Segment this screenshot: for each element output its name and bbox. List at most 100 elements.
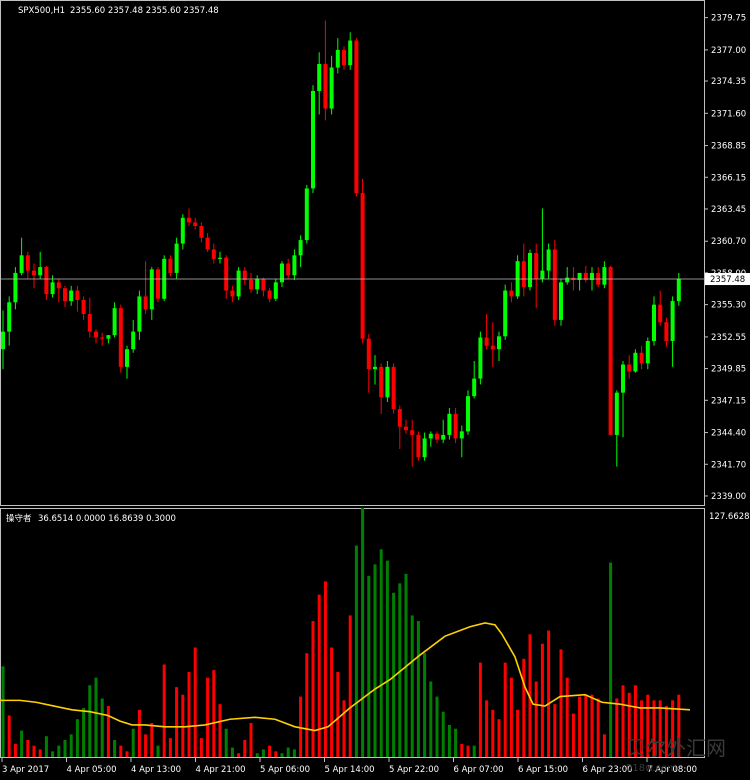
- time-tick-label: 6 Apr 07:00: [454, 765, 504, 775]
- volume-bar: [237, 753, 241, 757]
- price-tick-label: 2363.45: [711, 205, 746, 215]
- price-tick-label: 2374.35: [711, 77, 746, 87]
- volume-bar: [224, 728, 228, 757]
- candle-body: [125, 349, 129, 367]
- candle-body: [280, 263, 284, 283]
- candle-body: [528, 252, 532, 288]
- candle-body: [627, 364, 632, 372]
- candle-body: [261, 278, 266, 291]
- chart: 2379.75 2377.00 2374.35 2371.60 2368.85 2366.…: [0, 0, 750, 780]
- candle-body: [490, 345, 495, 350]
- volume-bar: [472, 745, 476, 757]
- volume-bar: [243, 740, 247, 757]
- volume-bar: [615, 698, 619, 757]
- time-tick-label: 4 Apr 05:00: [67, 765, 117, 775]
- candle-body: [180, 217, 185, 244]
- volume-bar: [13, 743, 17, 757]
- candle: [528, 249, 532, 291]
- candle-body: [633, 352, 638, 372]
- candle-body: [664, 322, 669, 342]
- candle: [503, 284, 508, 340]
- candle-body: [565, 277, 570, 283]
- volume-bar: [385, 560, 389, 757]
- price-tick-label: 2349.85: [711, 365, 746, 375]
- time-tick-label: 4 Apr 13:00: [131, 765, 181, 775]
- volume-bar: [330, 647, 334, 757]
- watermark-url: 018w.com: [626, 763, 677, 774]
- candle-body: [255, 278, 260, 290]
- candle-body: [131, 331, 136, 350]
- candle-body: [292, 255, 297, 276]
- volume-bar: [230, 747, 234, 757]
- candle: [174, 237, 179, 279]
- candle-body: [366, 338, 371, 370]
- volume-bar: [441, 711, 445, 757]
- time-tick-label: 6 Apr 23:00: [583, 765, 633, 775]
- candle-body: [236, 270, 241, 297]
- candle: [354, 38, 359, 197]
- candle-body: [521, 261, 526, 288]
- volume-bar: [565, 677, 569, 757]
- volume-bar: [478, 662, 482, 757]
- volume-bar: [193, 647, 197, 757]
- volume-bar: [559, 649, 563, 757]
- volume-bar: [100, 698, 104, 757]
- price-tick-label: 2347.15: [711, 396, 746, 406]
- volume-bar: [212, 670, 216, 757]
- volume-bar: [336, 672, 340, 757]
- candle-body: [534, 252, 539, 279]
- time-tick-label: 5 Apr 06:00: [260, 765, 310, 775]
- sub-header-name: 操守者: [6, 513, 32, 524]
- volume-bar: [299, 696, 303, 757]
- candle: [466, 390, 470, 435]
- volume-bar: [206, 677, 210, 757]
- volume-bar: [94, 677, 98, 757]
- volume-bar: [435, 696, 439, 757]
- candle-body: [348, 40, 353, 66]
- candle-body: [44, 267, 49, 295]
- candle-body: [286, 263, 291, 276]
- time-tick-label: 3 Apr 2017: [2, 765, 49, 775]
- candle-body: [75, 290, 80, 300]
- candle: [515, 255, 520, 299]
- candle-body: [497, 336, 501, 350]
- candle: [416, 431, 421, 461]
- candle-body: [19, 255, 24, 273]
- volume-bar: [119, 745, 123, 757]
- candle-body: [249, 279, 253, 290]
- volume-bar: [75, 719, 79, 757]
- candle-body: [509, 290, 514, 297]
- price-tick-label: 2366.15: [711, 173, 746, 183]
- candle-body: [652, 304, 656, 342]
- volume-bar: [261, 749, 265, 757]
- volume-bar: [429, 681, 433, 757]
- candle-body: [540, 270, 545, 279]
- volume-bar: [218, 704, 222, 757]
- volume-bar: [57, 745, 61, 757]
- candle-body: [466, 396, 470, 432]
- price-tick-label: 2344.40: [711, 429, 746, 439]
- candle-body: [559, 282, 563, 320]
- volume-bar: [522, 658, 526, 757]
- candle: [633, 349, 638, 373]
- volume-bar: [342, 700, 346, 757]
- volume-bar: [44, 736, 48, 757]
- candle-body: [193, 222, 198, 226]
- candle-body: [410, 430, 415, 435]
- volume-bar: [113, 740, 117, 757]
- sub-header-values: 36.6514 0.0000 16.8639 0.3000: [38, 514, 176, 524]
- candle-body: [311, 90, 315, 189]
- candle-body: [298, 240, 303, 256]
- candle-body: [69, 290, 74, 302]
- volume-bar: [20, 730, 24, 757]
- sub-max-label: 127.6628: [709, 512, 750, 522]
- volume-bar: [280, 753, 284, 757]
- candle-body: [156, 269, 160, 299]
- volume-bar: [361, 507, 365, 757]
- volume-bar: [286, 747, 290, 757]
- candle-body: [199, 225, 204, 238]
- volume-bar: [466, 745, 470, 757]
- candle-body: [373, 366, 377, 370]
- candle: [162, 255, 167, 302]
- candle-body: [38, 267, 43, 276]
